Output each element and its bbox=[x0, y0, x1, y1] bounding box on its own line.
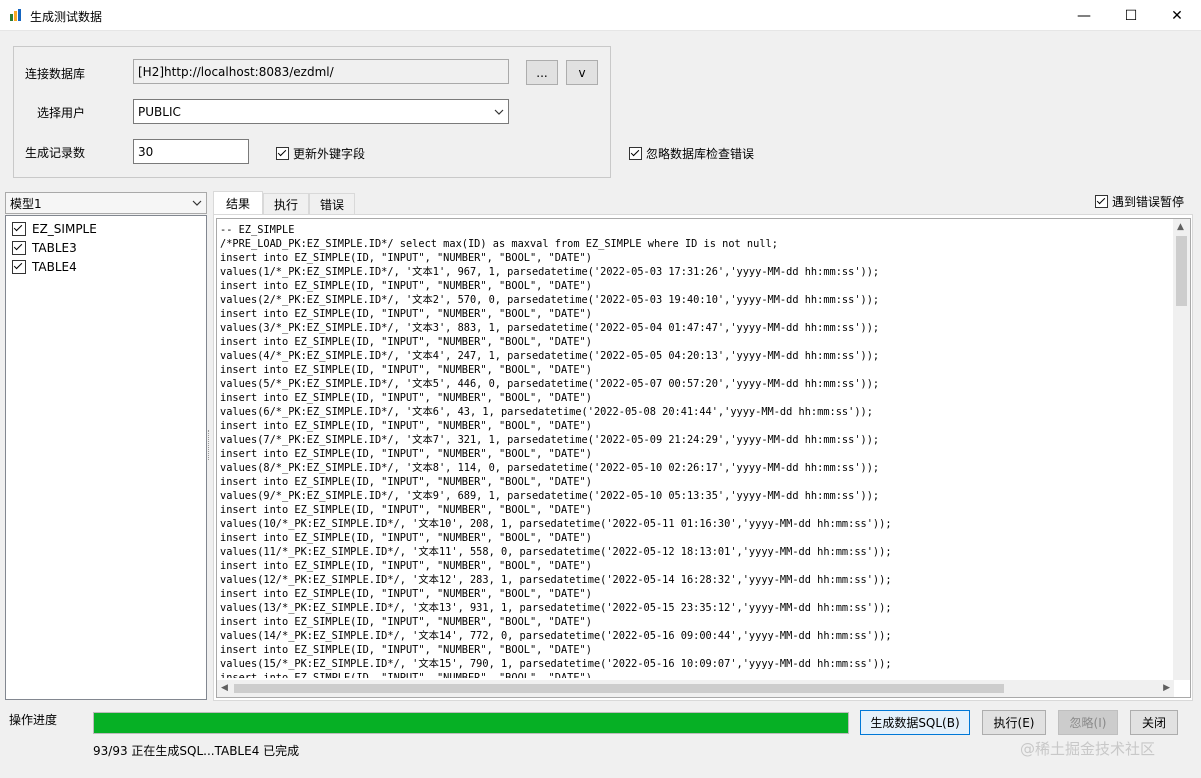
user-select[interactable]: PUBLIC bbox=[133, 99, 509, 124]
close-icon[interactable]: ✕ bbox=[1154, 0, 1200, 31]
table-name: EZ_SIMPLE bbox=[32, 222, 97, 236]
sql-line: /*PRE_LOAD_PK:EZ_SIMPLE.ID*/ select max(… bbox=[220, 238, 778, 250]
list-item[interactable]: TABLE4 bbox=[12, 260, 77, 274]
vertical-scrollbar[interactable]: ▲ bbox=[1173, 219, 1190, 680]
user-label: 选择用户 bbox=[37, 106, 86, 120]
tab-result[interactable]: 结果 bbox=[213, 191, 263, 215]
db-connection-value: [H2]http://localhost:8083/ezdml/ bbox=[138, 64, 334, 79]
sql-line: insert into EZ_SIMPLE(ID, "INPUT", "NUMB… bbox=[220, 308, 592, 320]
scroll-up-icon[interactable]: ▲ bbox=[1177, 222, 1184, 232]
update-fk-label: 更新外键字段 bbox=[293, 147, 366, 161]
ignore-db-errors-label: 忽略数据库检查错误 bbox=[646, 147, 755, 161]
sql-output-text: -- EZ_SIMPLE /*PRE_LOAD_PK:EZ_SIMPLE.ID*/… bbox=[220, 223, 1170, 678]
splitter-handle[interactable] bbox=[208, 430, 211, 460]
progress-bar bbox=[93, 712, 849, 734]
table-name: TABLE3 bbox=[32, 241, 77, 255]
sql-line: insert into EZ_SIMPLE(ID, "INPUT", "NUMB… bbox=[220, 392, 592, 404]
sql-line: insert into EZ_SIMPLE(ID, "INPUT", "NUMB… bbox=[220, 448, 592, 460]
checkbox-checked-icon[interactable] bbox=[12, 241, 26, 255]
sql-line: insert into EZ_SIMPLE(ID, "INPUT", "NUMB… bbox=[220, 504, 592, 516]
sql-line: insert into EZ_SIMPLE(ID, "INPUT", "NUMB… bbox=[220, 588, 592, 600]
model-value: 模型1 bbox=[10, 196, 42, 211]
sql-line: values(5/*_PK:EZ_SIMPLE.ID*/, '文本5', 446… bbox=[220, 378, 880, 390]
update-fk-checkbox[interactable]: 更新外键字段 bbox=[276, 145, 365, 162]
sql-line: values(2/*_PK:EZ_SIMPLE.ID*/, '文本2', 570… bbox=[220, 294, 880, 306]
progress-bar-fill bbox=[94, 713, 848, 733]
sql-line: values(14/*_PK:EZ_SIMPLE.ID*/, '文本14', 7… bbox=[220, 630, 892, 642]
sql-line: values(1/*_PK:EZ_SIMPLE.ID*/, '文本1', 967… bbox=[220, 266, 880, 278]
sql-line: -- EZ_SIMPLE bbox=[220, 224, 295, 236]
sql-line: values(7/*_PK:EZ_SIMPLE.ID*/, '文本7', 321… bbox=[220, 434, 880, 446]
sql-line: insert into EZ_SIMPLE(ID, "INPUT", "NUMB… bbox=[220, 420, 592, 432]
tab-execute[interactable]: 执行 bbox=[263, 193, 309, 214]
maximize-icon[interactable]: ☐ bbox=[1108, 0, 1154, 31]
table-list: EZ_SIMPLE TABLE3 TABLE4 bbox=[5, 215, 207, 700]
scroll-left-icon[interactable]: ◀ bbox=[221, 683, 228, 693]
sql-line: values(15/*_PK:EZ_SIMPLE.ID*/, '文本15', 7… bbox=[220, 658, 892, 670]
ignore-db-errors-checkbox[interactable]: 忽略数据库检查错误 bbox=[629, 145, 754, 162]
sql-line: insert into EZ_SIMPLE(ID, "INPUT", "NUMB… bbox=[220, 476, 592, 488]
sql-line: insert into EZ_SIMPLE(ID, "INPUT", "NUMB… bbox=[220, 280, 592, 292]
pause-on-error-checkbox[interactable]: 遇到错误暂停 bbox=[1095, 193, 1184, 210]
sql-line: values(6/*_PK:EZ_SIMPLE.ID*/, '文本6', 43,… bbox=[220, 406, 873, 418]
model-select[interactable]: 模型1 bbox=[5, 192, 207, 214]
vertical-scroll-thumb[interactable] bbox=[1176, 236, 1187, 306]
sql-line: insert into EZ_SIMPLE(ID, "INPUT", "NUMB… bbox=[220, 532, 592, 544]
sql-line: insert into EZ_SIMPLE(ID, "INPUT", "NUMB… bbox=[220, 672, 592, 678]
sql-line: insert into EZ_SIMPLE(ID, "INPUT", "NUMB… bbox=[220, 252, 592, 264]
sql-line: values(3/*_PK:EZ_SIMPLE.ID*/, '文本3', 883… bbox=[220, 322, 880, 334]
close-button[interactable]: 关闭 bbox=[1130, 710, 1178, 735]
watermark: @稀土掘金技术社区 bbox=[1020, 740, 1156, 758]
db-label: 连接数据库 bbox=[25, 67, 86, 81]
sql-line: insert into EZ_SIMPLE(ID, "INPUT", "NUMB… bbox=[220, 364, 592, 376]
app-icon bbox=[10, 9, 21, 21]
record-count-value: 30 bbox=[138, 144, 154, 159]
db-connection-field[interactable]: [H2]http://localhost:8083/ezdml/ bbox=[133, 59, 509, 84]
title-bar: 生成测试数据 — ☐ ✕ bbox=[0, 0, 1201, 31]
checkbox-checked-icon bbox=[629, 147, 642, 160]
browse-button[interactable]: ... bbox=[526, 60, 558, 85]
record-count-input[interactable]: 30 bbox=[133, 139, 249, 164]
checkbox-checked-icon bbox=[1095, 195, 1108, 208]
table-name: TABLE4 bbox=[32, 260, 77, 274]
ignore-button[interactable]: 忽略(I) bbox=[1058, 710, 1118, 735]
tab-errors[interactable]: 错误 bbox=[309, 193, 355, 214]
sql-line: values(13/*_PK:EZ_SIMPLE.ID*/, '文本13', 9… bbox=[220, 602, 892, 614]
horizontal-scrollbar[interactable]: ◀ ▶ bbox=[217, 680, 1174, 697]
checkbox-checked-icon[interactable] bbox=[12, 260, 26, 274]
sql-line: values(10/*_PK:EZ_SIMPLE.ID*/, '文本10', 2… bbox=[220, 518, 892, 530]
count-label: 生成记录数 bbox=[25, 146, 86, 160]
progress-label: 操作进度 bbox=[9, 713, 58, 727]
status-text: 93/93 正在生成SQL...TABLE4 已完成 bbox=[93, 744, 300, 758]
sql-line: values(4/*_PK:EZ_SIMPLE.ID*/, '文本4', 247… bbox=[220, 350, 880, 362]
sql-line: values(11/*_PK:EZ_SIMPLE.ID*/, '文本11', 5… bbox=[220, 546, 892, 558]
minimize-icon[interactable]: — bbox=[1061, 0, 1107, 31]
sql-line: insert into EZ_SIMPLE(ID, "INPUT", "NUMB… bbox=[220, 616, 592, 628]
history-button[interactable]: v bbox=[566, 60, 598, 85]
sql-line: insert into EZ_SIMPLE(ID, "INPUT", "NUMB… bbox=[220, 644, 592, 656]
scroll-right-icon[interactable]: ▶ bbox=[1163, 683, 1170, 693]
chevron-down-icon bbox=[494, 109, 504, 115]
generate-sql-button[interactable]: 生成数据SQL(B) bbox=[860, 710, 970, 735]
list-item[interactable]: EZ_SIMPLE bbox=[12, 222, 97, 236]
execute-button[interactable]: 执行(E) bbox=[982, 710, 1046, 735]
sql-line: values(9/*_PK:EZ_SIMPLE.ID*/, '文本9', 689… bbox=[220, 490, 880, 502]
pause-on-error-label: 遇到错误暂停 bbox=[1112, 195, 1185, 209]
list-item[interactable]: TABLE3 bbox=[12, 241, 77, 255]
sql-line: values(8/*_PK:EZ_SIMPLE.ID*/, '文本8', 114… bbox=[220, 462, 880, 474]
checkbox-checked-icon bbox=[276, 147, 289, 160]
sql-line: insert into EZ_SIMPLE(ID, "INPUT", "NUMB… bbox=[220, 560, 592, 572]
sql-line: values(12/*_PK:EZ_SIMPLE.ID*/, '文本12', 2… bbox=[220, 574, 892, 586]
chevron-down-icon bbox=[192, 200, 202, 206]
sql-line: insert into EZ_SIMPLE(ID, "INPUT", "NUMB… bbox=[220, 336, 592, 348]
window-title: 生成测试数据 bbox=[30, 10, 103, 24]
sql-output-textarea[interactable]: -- EZ_SIMPLE /*PRE_LOAD_PK:EZ_SIMPLE.ID*/… bbox=[216, 218, 1191, 698]
checkbox-checked-icon[interactable] bbox=[12, 222, 26, 236]
user-value: PUBLIC bbox=[138, 104, 181, 119]
horizontal-scroll-thumb[interactable] bbox=[234, 684, 1004, 693]
